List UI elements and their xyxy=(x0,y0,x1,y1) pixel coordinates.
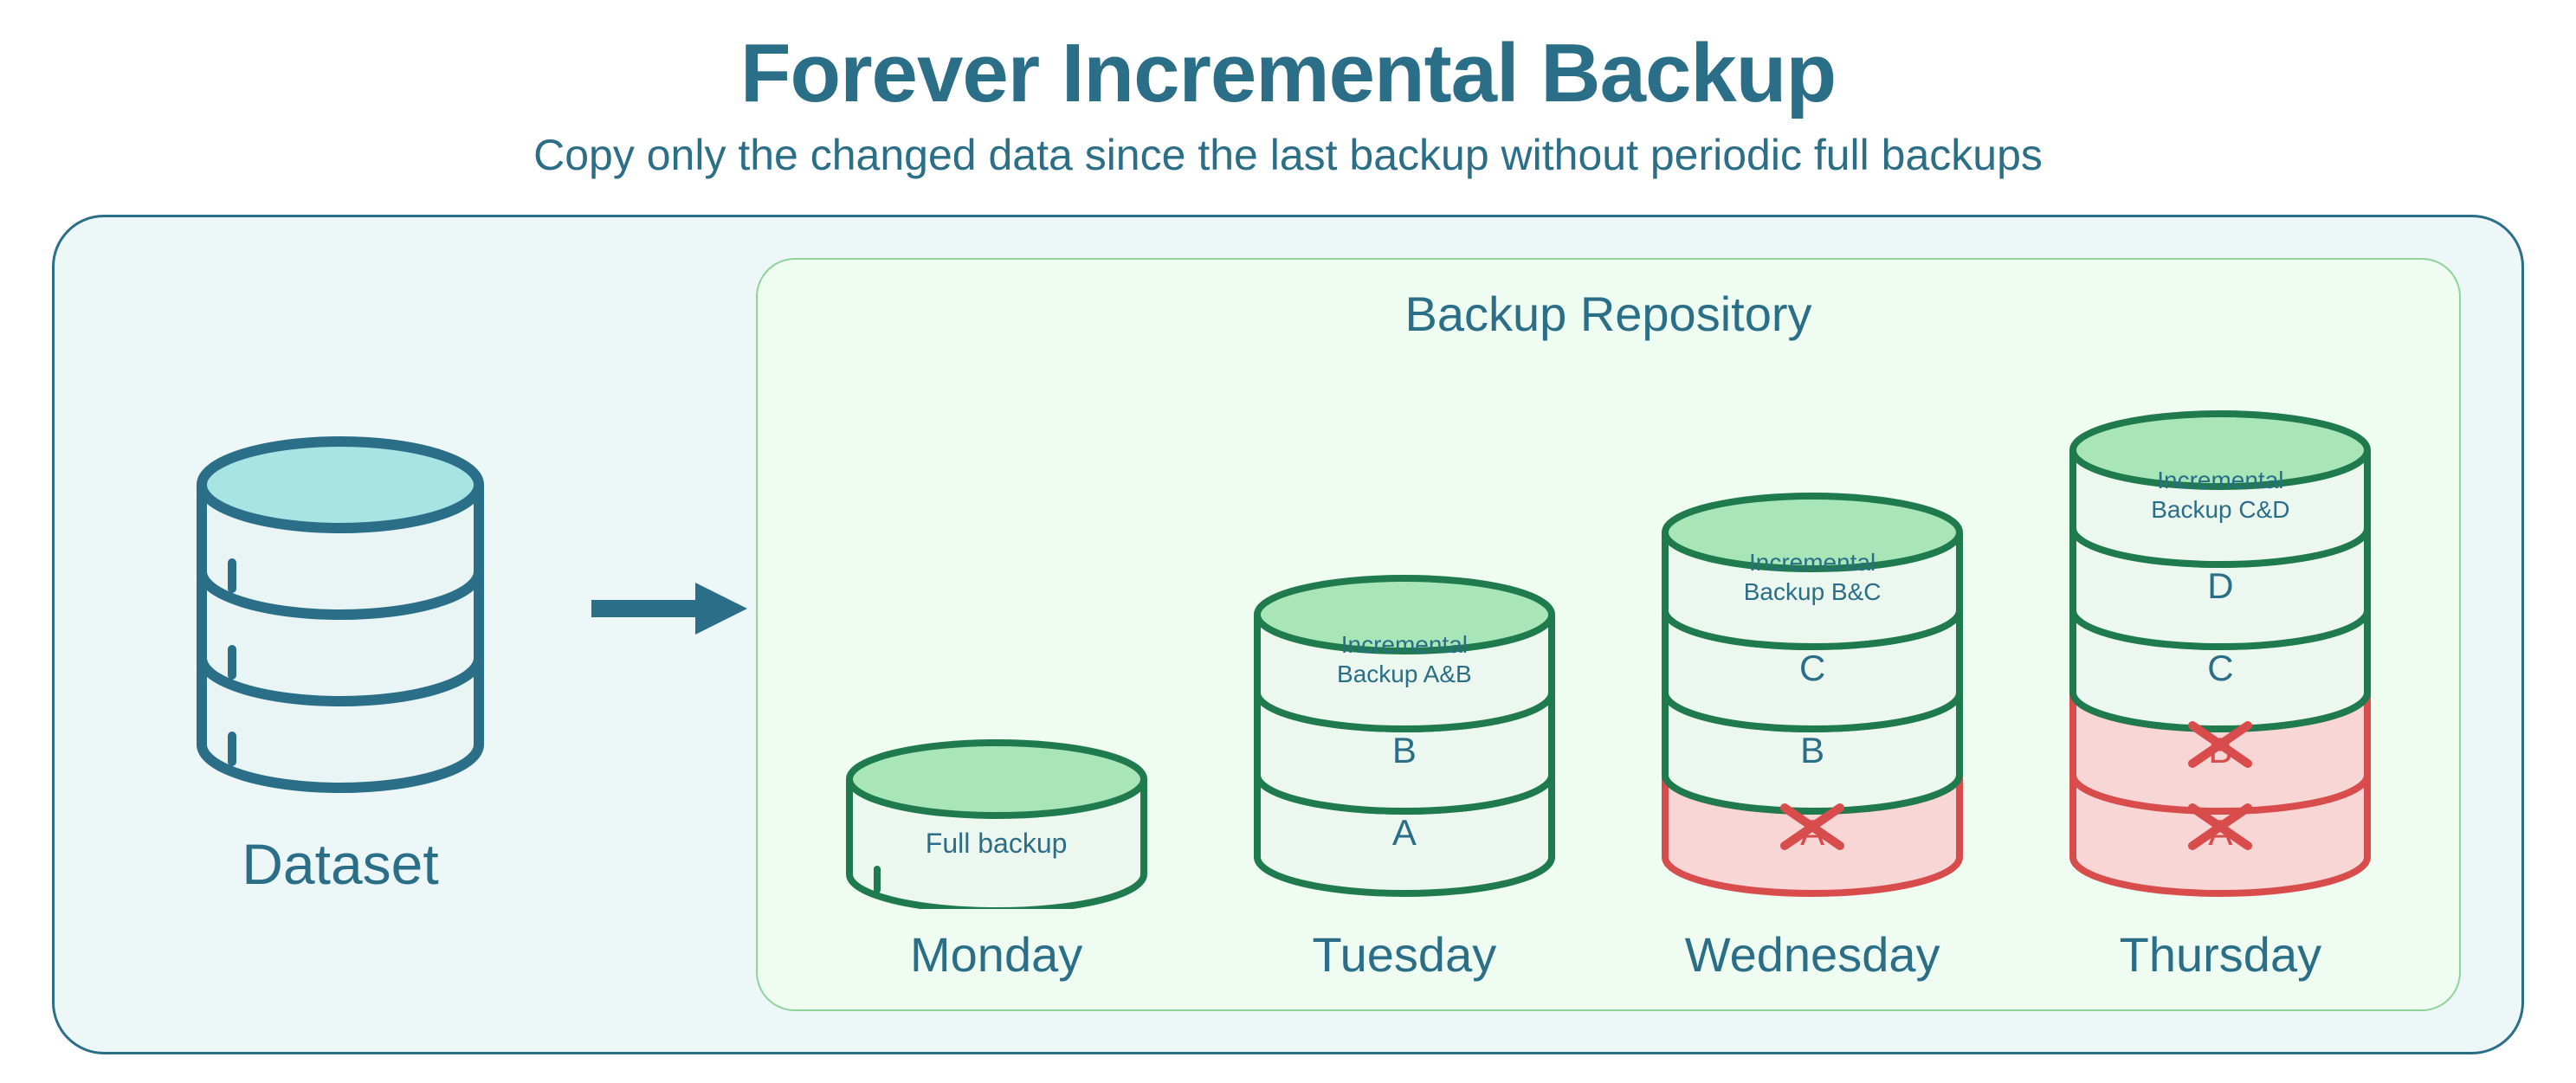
day-label: Monday xyxy=(910,926,1082,983)
arrow-section xyxy=(583,574,756,643)
day-label: Tuesday xyxy=(1313,926,1497,983)
segment-label: A xyxy=(2056,812,2385,854)
segment-label: A xyxy=(1648,812,1977,854)
segment-label: B xyxy=(2056,730,2385,771)
diagram-title: Forever Incremental Backup xyxy=(52,26,2524,121)
backup-stack: IncrementalBackup A&B BA xyxy=(1240,570,1569,909)
backup-top-label: Full backup xyxy=(832,827,1161,860)
day-label: Thursday xyxy=(2120,926,2321,983)
segment-label: C xyxy=(1648,648,1977,689)
backup-top-label: IncrementalBackup B&C xyxy=(1648,548,1977,606)
backup-stack: IncrementalBackup C&D DCB A xyxy=(2056,405,2385,909)
dataset-cylinder-icon xyxy=(167,424,513,805)
day-column: IncrementalBackup B&C CBA Wednesday xyxy=(1648,487,1977,983)
backup-repository: Backup Repository Full backup Monday Incre… xyxy=(756,258,2461,1011)
backup-stack: Full backup xyxy=(832,734,1161,909)
day-column: IncrementalBackup A&B BA Tuesday xyxy=(1240,570,1569,983)
segment-label: A xyxy=(1240,812,1569,854)
day-column: IncrementalBackup C&D DCB A Thursday xyxy=(2056,405,2385,983)
backup-top-label: IncrementalBackup C&D xyxy=(2056,466,2385,524)
day-column: Full backup Monday xyxy=(832,734,1161,983)
dataset-section: Dataset xyxy=(98,424,583,897)
segment-label: D xyxy=(2056,565,2385,607)
backup-top-label: IncrementalBackup A&B xyxy=(1240,630,1569,688)
arrow-right-icon xyxy=(583,574,756,643)
diagram-subtitle: Copy only the changed data since the las… xyxy=(52,130,2524,180)
backup-stack: IncrementalBackup B&C CBA xyxy=(1648,487,1977,909)
outer-container: Dataset Backup Repository Full backup Mon… xyxy=(52,215,2524,1054)
backup-cylinder-icon xyxy=(832,734,1161,909)
dataset-label: Dataset xyxy=(242,831,438,897)
segment-label: B xyxy=(1648,730,1977,771)
segment-label: B xyxy=(1240,730,1569,771)
segment-label: C xyxy=(2056,648,2385,689)
repo-title: Backup Repository xyxy=(792,286,2424,342)
day-label: Wednesday xyxy=(1685,926,1940,983)
days-row: Full backupMondayIncrementalBackup A&BBA… xyxy=(792,359,2424,983)
